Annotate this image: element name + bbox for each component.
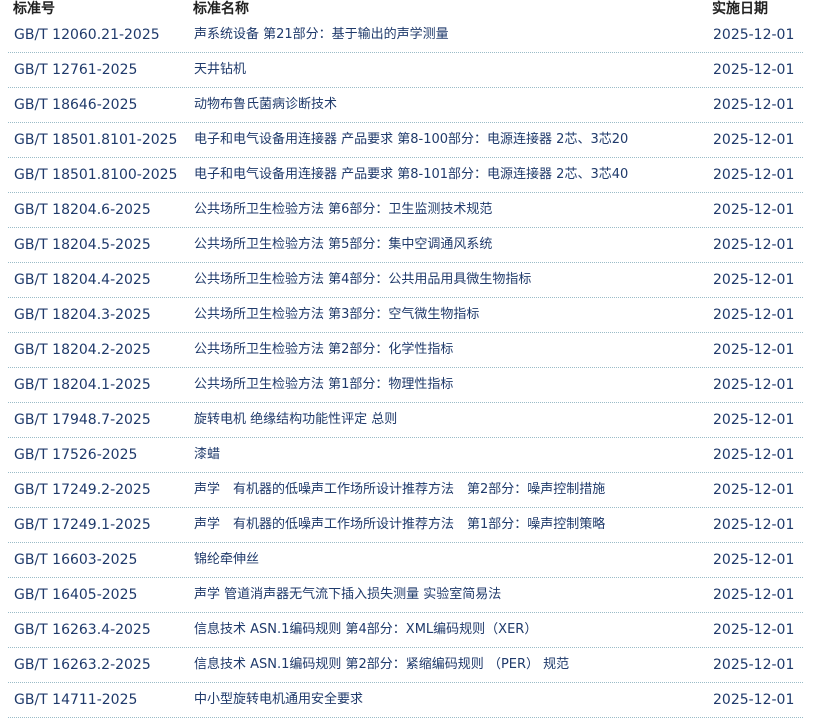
effective-date: 2025-12-01 xyxy=(713,97,795,113)
standard-number-link[interactable]: GB/T 18204.5-2025 xyxy=(8,228,194,262)
table-body: GB/T 12060.21-2025 声系统设备 第21部分：基于输出的声学测量 2… xyxy=(8,18,803,718)
table-row[interactable]: GB/T 16405-2025 声学 管道消声器无气流下插入损失测量 实验室简易法… xyxy=(8,578,803,613)
effective-date: 2025-12-01 xyxy=(713,307,795,323)
table-row[interactable]: GB/T 18646-2025 动物布鲁氏菌病诊断技术 2025-12-01 xyxy=(8,88,803,123)
standard-number-link[interactable]: GB/T 18204.6-2025 xyxy=(8,193,194,227)
standard-name-link[interactable]: 公共场所卫生检验方法 第2部分：化学性指标 xyxy=(194,333,713,367)
effective-date: 2025-12-01 xyxy=(713,377,795,393)
effective-date: 2025-12-01 xyxy=(713,657,795,673)
standard-number-link[interactable]: GB/T 18501.8100-2025 xyxy=(8,158,194,192)
effective-date: 2025-12-01 xyxy=(713,517,795,533)
standard-number-link[interactable]: GB/T 16405-2025 xyxy=(8,578,194,612)
standard-name-link[interactable]: 漆蜡 xyxy=(194,438,713,472)
standard-name-link[interactable]: 公共场所卫生检验方法 第3部分：空气微生物指标 xyxy=(194,298,713,332)
effective-date: 2025-12-01 xyxy=(713,692,795,708)
standard-number-link[interactable]: GB/T 18204.2-2025 xyxy=(8,333,194,367)
table-row[interactable]: GB/T 18204.3-2025 公共场所卫生检验方法 第3部分：空气微生物指标… xyxy=(8,298,803,333)
standard-number-link[interactable]: GB/T 18646-2025 xyxy=(8,88,194,122)
effective-date: 2025-12-01 xyxy=(713,552,795,568)
table-row[interactable]: GB/T 12060.21-2025 声系统设备 第21部分：基于输出的声学测量 2… xyxy=(8,18,803,53)
standard-name-link[interactable]: 声学 有机器的低噪声工作场所设计推荐方法 第2部分：噪声控制措施 xyxy=(194,473,713,507)
effective-date: 2025-12-01 xyxy=(713,62,795,78)
effective-date: 2025-12-01 xyxy=(713,27,795,43)
standard-number-link[interactable]: GB/T 17249.1-2025 xyxy=(8,508,194,542)
standard-number-link[interactable]: GB/T 14711-2025 xyxy=(8,683,194,717)
effective-date: 2025-12-01 xyxy=(713,587,795,603)
standard-number-link[interactable]: GB/T 12761-2025 xyxy=(8,53,194,87)
effective-date: 2025-12-01 xyxy=(713,202,795,218)
standard-number-link[interactable]: GB/T 18501.8101-2025 xyxy=(8,123,194,157)
table-row[interactable]: GB/T 16263.4-2025 信息技术 ASN.1编码规则 第4部分：XML… xyxy=(8,613,803,648)
table-row[interactable]: GB/T 12761-2025 天井钻机 2025-12-01 xyxy=(8,53,803,88)
header-standard-number: 标准号 xyxy=(13,1,55,17)
header-standard-name: 标准名称 xyxy=(193,1,249,17)
table-row[interactable]: GB/T 16263.2-2025 信息技术 ASN.1编码规则 第2部分：紧缩编… xyxy=(8,648,803,683)
standard-name-link[interactable]: 信息技术 ASN.1编码规则 第2部分：紧缩编码规则 （PER） 规范 xyxy=(194,648,713,682)
standard-number-link[interactable]: GB/T 16263.2-2025 xyxy=(8,648,194,682)
table-row[interactable]: GB/T 18204.2-2025 公共场所卫生检验方法 第2部分：化学性指标 20… xyxy=(8,333,803,368)
standard-number-link[interactable]: GB/T 12060.21-2025 xyxy=(8,18,194,52)
standard-name-link[interactable]: 天井钻机 xyxy=(194,53,713,87)
table-row[interactable]: GB/T 18204.6-2025 公共场所卫生检验方法 第6部分：卫生监测技术规… xyxy=(8,193,803,228)
standard-number-link[interactable]: GB/T 18204.1-2025 xyxy=(8,368,194,402)
effective-date: 2025-12-01 xyxy=(713,447,795,463)
table-row[interactable]: GB/T 17249.2-2025 声学 有机器的低噪声工作场所设计推荐方法 第2… xyxy=(8,473,803,508)
standard-name-link[interactable]: 中小型旋转电机通用安全要求 xyxy=(194,683,713,717)
table-row[interactable]: GB/T 18204.1-2025 公共场所卫生检验方法 第1部分：物理性指标 20… xyxy=(8,368,803,403)
table-row[interactable]: GB/T 16603-2025 锦纶牵伸丝 2025-12-01 xyxy=(8,543,803,578)
effective-date: 2025-12-01 xyxy=(713,622,795,638)
standard-name-link[interactable]: 公共场所卫生检验方法 第5部分：集中空调通风系统 xyxy=(194,228,713,262)
standard-number-link[interactable]: GB/T 16263.4-2025 xyxy=(8,613,194,647)
standard-name-link[interactable]: 公共场所卫生检验方法 第4部分：公共用品用具微生物指标 xyxy=(194,263,713,297)
table-row[interactable]: GB/T 17526-2025 漆蜡 2025-12-01 xyxy=(8,438,803,473)
standard-name-link[interactable]: 公共场所卫生检验方法 第6部分：卫生监测技术规范 xyxy=(194,193,713,227)
standard-name-link[interactable]: 公共场所卫生检验方法 第1部分：物理性指标 xyxy=(194,368,713,402)
standard-number-link[interactable]: GB/T 18204.3-2025 xyxy=(8,298,194,332)
standard-number-link[interactable]: GB/T 16603-2025 xyxy=(8,543,194,577)
standard-number-link[interactable]: GB/T 17948.7-2025 xyxy=(8,403,194,437)
table-row[interactable]: GB/T 17249.1-2025 声学 有机器的低噪声工作场所设计推荐方法 第1… xyxy=(8,508,803,543)
standard-number-link[interactable]: GB/T 18204.4-2025 xyxy=(8,263,194,297)
standard-number-link[interactable]: GB/T 17526-2025 xyxy=(8,438,194,472)
effective-date: 2025-12-01 xyxy=(713,167,795,183)
table-row[interactable]: GB/T 18501.8101-2025 电子和电气设备用连接器 产品要求 第8-… xyxy=(8,123,803,158)
standard-name-link[interactable]: 声系统设备 第21部分：基于输出的声学测量 xyxy=(194,18,713,52)
header-effective-date: 实施日期 xyxy=(712,1,768,17)
effective-date: 2025-12-01 xyxy=(713,412,795,428)
table-row[interactable]: GB/T 17948.7-2025 旋转电机 绝缘结构功能性评定 总则 2025-1… xyxy=(8,403,803,438)
table-row[interactable]: GB/T 18501.8100-2025 电子和电气设备用连接器 产品要求 第8-… xyxy=(8,158,803,193)
standard-name-link[interactable]: 声学 管道消声器无气流下插入损失测量 实验室简易法 xyxy=(194,578,713,612)
standard-name-link[interactable]: 动物布鲁氏菌病诊断技术 xyxy=(194,88,713,122)
standard-name-link[interactable]: 电子和电气设备用连接器 产品要求 第8-101部分：电源连接器 2芯、3芯40 xyxy=(194,158,713,192)
table-row[interactable]: GB/T 14711-2025 中小型旋转电机通用安全要求 2025-12-01 xyxy=(8,683,803,718)
effective-date: 2025-12-01 xyxy=(713,482,795,498)
standard-name-link[interactable]: 旋转电机 绝缘结构功能性评定 总则 xyxy=(194,403,713,437)
table-header: 标准号 标准名称 实施日期 xyxy=(8,0,803,18)
table-row[interactable]: GB/T 18204.5-2025 公共场所卫生检验方法 第5部分：集中空调通风系… xyxy=(8,228,803,263)
effective-date: 2025-12-01 xyxy=(713,237,795,253)
standard-name-link[interactable]: 锦纶牵伸丝 xyxy=(194,543,713,577)
table-row[interactable]: GB/T 18204.4-2025 公共场所卫生检验方法 第4部分：公共用品用具微… xyxy=(8,263,803,298)
standard-name-link[interactable]: 电子和电气设备用连接器 产品要求 第8-100部分：电源连接器 2芯、3芯20 xyxy=(194,123,713,157)
effective-date: 2025-12-01 xyxy=(713,342,795,358)
standard-name-link[interactable]: 声学 有机器的低噪声工作场所设计推荐方法 第1部分：噪声控制策略 xyxy=(194,508,713,542)
standard-name-link[interactable]: 信息技术 ASN.1编码规则 第4部分：XML编码规则（XER） xyxy=(194,613,713,647)
effective-date: 2025-12-01 xyxy=(713,132,795,148)
standards-table: 标准号 标准名称 实施日期 GB/T 12060.21-2025 声系统设备 第2… xyxy=(8,0,803,718)
effective-date: 2025-12-01 xyxy=(713,272,795,288)
standard-number-link[interactable]: GB/T 17249.2-2025 xyxy=(8,473,194,507)
